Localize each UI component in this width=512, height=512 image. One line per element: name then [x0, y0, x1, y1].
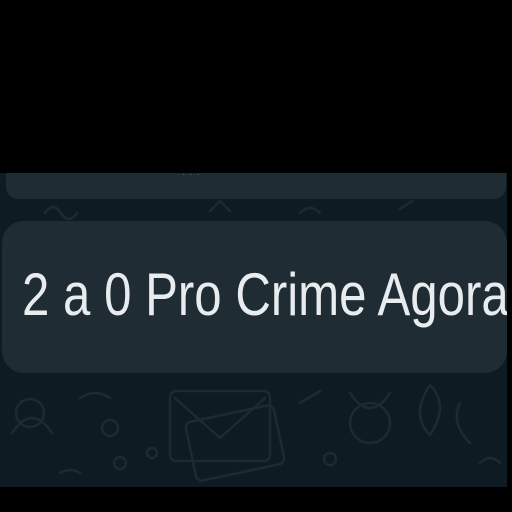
message-bubble[interactable]: 2 a 0 Pro Crime Agora: [2, 221, 507, 373]
previous-message-fragment: ···: [182, 173, 204, 180]
previous-message-bubble[interactable]: ···: [6, 173, 506, 199]
chat-area[interactable]: ··· 2 a 0 Pro Crime Agora: [0, 173, 507, 487]
screen: ··· 2 a 0 Pro Crime Agora: [0, 0, 512, 512]
message-text: 2 a 0 Pro Crime Agora: [22, 261, 507, 328]
